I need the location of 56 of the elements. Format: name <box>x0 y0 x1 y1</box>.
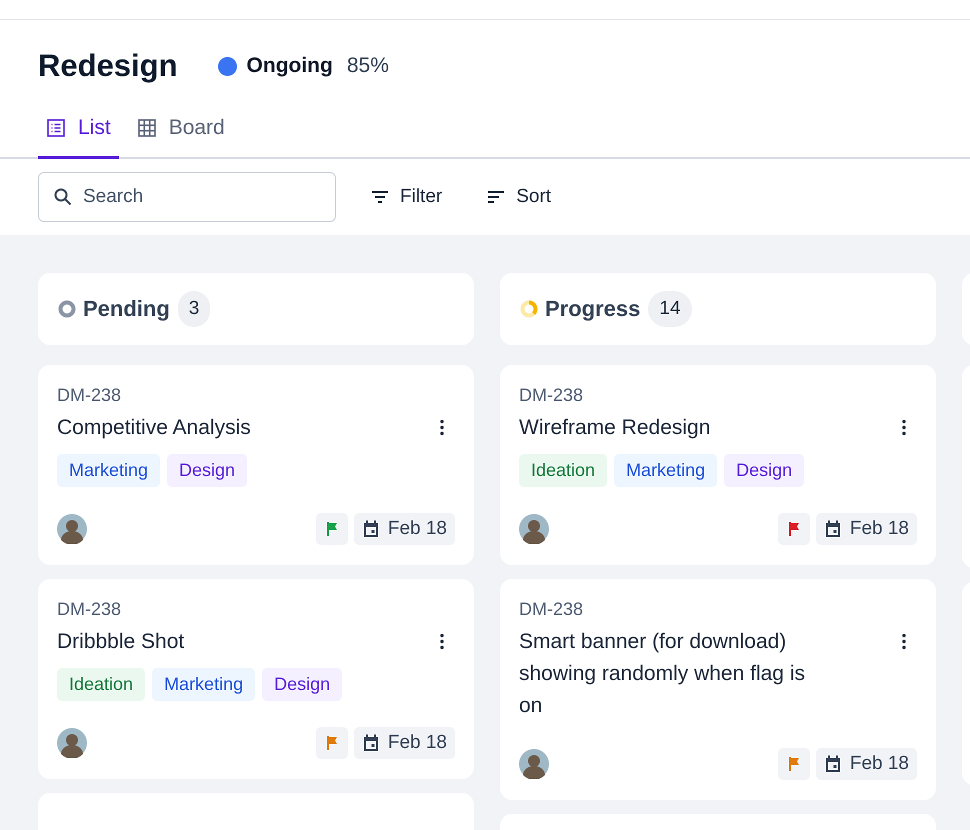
priority-flag-chip[interactable] <box>778 748 810 780</box>
calendar-icon <box>824 520 842 538</box>
grid-icon <box>136 118 157 138</box>
more-icon[interactable] <box>901 419 907 436</box>
priority-flag-chip[interactable] <box>316 513 348 545</box>
calendar-icon <box>824 755 842 773</box>
more-icon[interactable] <box>439 633 445 650</box>
due-date[interactable]: Feb 18 <box>354 727 455 759</box>
avatar <box>57 728 87 758</box>
view-tab[interactable]: Board <box>128 116 233 159</box>
task-title: Smart banner (for download) showing randomly when flag is on <box>519 629 806 719</box>
calendar-icon <box>362 520 380 538</box>
due-date[interactable]: Feb 18 <box>816 748 917 780</box>
avatar <box>519 749 549 779</box>
tag: Ideation <box>57 668 146 701</box>
pending-status-icon <box>57 299 77 319</box>
calendar-icon <box>362 734 380 752</box>
task-title: Wireframe Redesign <box>519 415 712 441</box>
task-card[interactable]: DM-238 Smart banner (for download) showing randomly when flag is on Feb 18 <box>500 579 936 800</box>
tag: Design <box>262 668 342 701</box>
task-card[interactable]: DM-238 Competitive Analysis Marketing Design Feb 18 <box>38 365 474 565</box>
tag: Design <box>167 454 248 487</box>
more-icon[interactable] <box>439 419 445 436</box>
tag: Marketing <box>614 454 718 487</box>
progress-percent: 85% <box>346 54 389 78</box>
task-id: DM-238 <box>57 385 122 406</box>
list-icon <box>46 118 66 138</box>
project-title: Redesign <box>38 48 178 84</box>
search-field[interactable]: Search <box>38 172 336 222</box>
more-icon[interactable] <box>901 633 907 650</box>
task-id: DM-238 <box>57 599 122 620</box>
priority-flag-chip[interactable] <box>778 513 810 545</box>
column-title: Pending <box>83 296 170 322</box>
tag: Ideation <box>519 454 608 487</box>
task-card[interactable]: DM-238 Dribbble Shot Ideation Marketing Design Feb 18 <box>38 579 474 779</box>
status-label: Ongoing <box>246 54 333 78</box>
task-title: Competitive Analysis <box>57 415 252 441</box>
due-date[interactable]: Feb 18 <box>354 513 455 545</box>
column-title: Progress <box>545 296 640 322</box>
task-id: DM-238 <box>519 599 584 620</box>
count-badge: 3 <box>178 291 210 327</box>
tag: Marketing <box>57 454 160 487</box>
task-id: DM-238 <box>519 385 584 406</box>
priority-flag-chip[interactable] <box>316 727 348 759</box>
progress-status-icon <box>519 299 539 319</box>
filter-button[interactable]: Filter <box>360 178 452 216</box>
task-card[interactable]: DM-238 Wireframe Redesign Ideation Marketing Design Feb 18 <box>500 365 936 565</box>
tag: Marketing <box>152 668 256 701</box>
tag: Design <box>724 454 804 487</box>
sort-button[interactable]: Sort <box>476 178 562 216</box>
count-badge: 14 <box>648 291 692 327</box>
view-tab[interactable]: List <box>38 116 119 159</box>
task-title: Dribbble Shot <box>57 629 186 655</box>
avatar <box>519 514 549 544</box>
due-date[interactable]: Feb 18 <box>816 513 917 545</box>
avatar <box>57 514 87 544</box>
